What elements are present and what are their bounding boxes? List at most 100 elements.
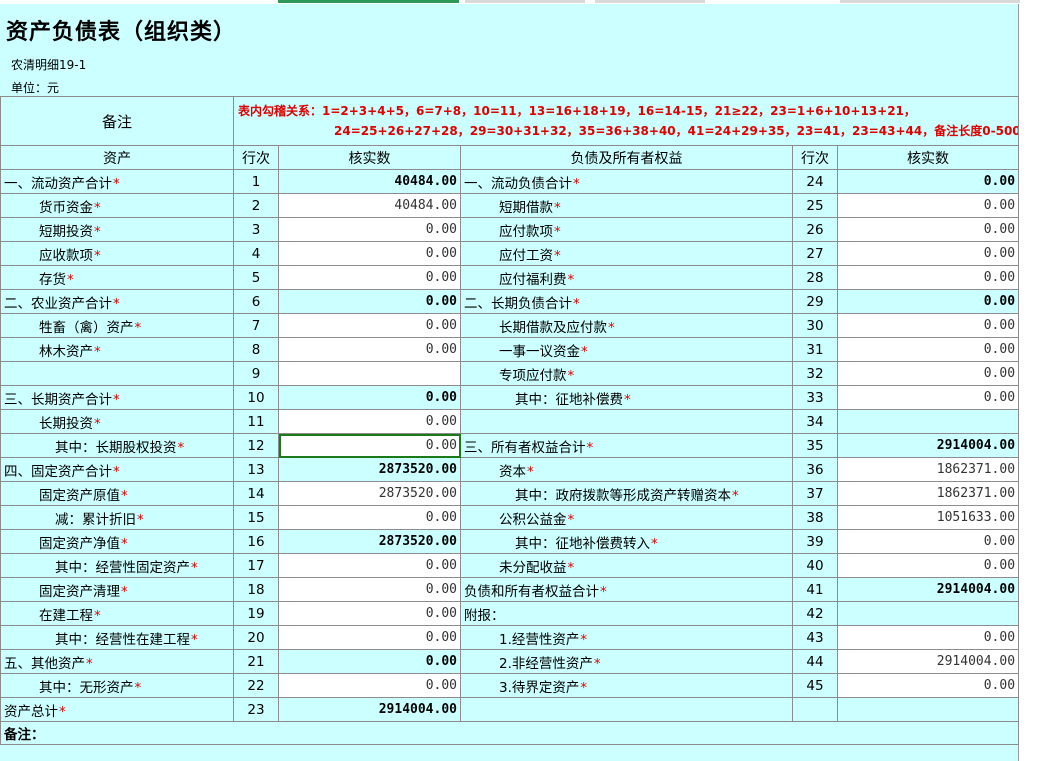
left-value-cell[interactable]: 0.00 xyxy=(278,409,461,434)
left-value-cell[interactable]: 0.00 xyxy=(278,337,461,362)
required-star: * xyxy=(567,271,575,288)
required-star: * xyxy=(573,175,580,192)
required-star: * xyxy=(567,367,575,384)
right-item-text: 1.经营性资产 xyxy=(499,631,580,648)
required-star: * xyxy=(581,343,588,360)
right-value-cell[interactable]: 1862371.00 xyxy=(836,457,1020,482)
right-item-label: 2.非经营性资产* xyxy=(460,649,793,674)
remark-label: 备注： xyxy=(0,721,1020,745)
required-star: * xyxy=(94,415,101,432)
right-value-cell[interactable]: 0.00 xyxy=(836,553,1020,578)
required-star: * xyxy=(527,463,534,480)
right-value-cell xyxy=(836,697,1020,722)
required-star: * xyxy=(94,223,101,240)
left-item-text: 其中：无形资产 xyxy=(39,679,134,696)
left-item-label: 固定资产清理* xyxy=(0,577,234,602)
right-item-label: 1.经营性资产* xyxy=(460,625,793,650)
right-line-number: 30 xyxy=(792,313,838,338)
left-line-number: 22 xyxy=(233,673,279,698)
report-sheet: 资产负债表（组织类） 农清明细19-1 单位：元 备注 表内勾稽关系：1=2+3… xyxy=(0,4,1020,761)
required-star: * xyxy=(554,199,561,216)
right-value-cell[interactable]: 0.00 xyxy=(836,193,1020,218)
right-value-cell xyxy=(836,601,1020,626)
right-item-label: 资本* xyxy=(460,457,793,482)
right-value-cell xyxy=(836,409,1020,434)
right-value-cell[interactable]: 0.00 xyxy=(836,361,1020,386)
right-item-text: 其中：征地补偿费转入 xyxy=(515,535,650,552)
required-star: * xyxy=(177,439,185,456)
required-star: * xyxy=(567,559,575,576)
right-value-cell[interactable]: 0.00 xyxy=(836,529,1020,554)
right-value-cell[interactable]: 0.00 xyxy=(836,241,1020,266)
left-value-cell[interactable]: 0.00 xyxy=(278,601,461,626)
right-value-cell[interactable]: 0.00 xyxy=(836,337,1020,362)
right-value-cell[interactable]: 0.00 xyxy=(836,385,1020,410)
right-item-text: 应付工资 xyxy=(499,247,553,264)
left-item-text: 牲畜（禽）资产 xyxy=(39,319,134,336)
required-star: * xyxy=(113,391,120,408)
left-item-text: 四、固定资产合计 xyxy=(4,463,112,480)
left-value-cell: 0.00 xyxy=(278,385,461,410)
right-line-number: 27 xyxy=(792,241,838,266)
right-item-label: 应付款项* xyxy=(460,217,793,242)
left-item-text: 林木资产 xyxy=(39,343,93,360)
right-value-cell[interactable]: 1862371.00 xyxy=(836,481,1020,506)
left-value-cell[interactable]: 2873520.00 xyxy=(278,481,461,506)
left-value-cell[interactable]: 0.00 xyxy=(278,505,461,530)
tab-indicator xyxy=(595,0,705,3)
right-item-text: 负债和所有者权益合计 xyxy=(464,583,599,600)
left-value-cell[interactable]: 0.00 xyxy=(278,433,461,458)
left-value-cell[interactable]: 0.00 xyxy=(278,625,461,650)
right-line-number: 45 xyxy=(792,673,838,698)
table-row: 其中：经营性在建工程* 20 0.00 1.经营性资产* 43 0.00 xyxy=(0,625,1020,650)
required-star: * xyxy=(593,655,601,672)
left-value-cell[interactable]: 0.00 xyxy=(278,673,461,698)
required-star: * xyxy=(580,631,588,648)
left-value-cell[interactable]: 0.00 xyxy=(278,577,461,602)
table-row: 在建工程* 19 0.00 附报： 42 xyxy=(0,601,1020,626)
left-line-number: 8 xyxy=(233,337,279,362)
right-value-cell[interactable]: 0.00 xyxy=(836,673,1020,698)
table-row: 其中：长期股权投资* 12 0.00 三、所有者权益合计* 35 2914004.00 xyxy=(0,433,1020,458)
left-value-cell[interactable]: 40484.00 xyxy=(278,193,461,218)
left-value-cell[interactable]: 0.00 xyxy=(278,241,461,266)
right-item-text: 公积公益金 xyxy=(499,511,567,528)
left-line-number: 12 xyxy=(233,433,279,458)
col-header-liabilities: 负债及所有者权益 xyxy=(460,145,793,170)
right-value-cell: 0.00 xyxy=(836,289,1020,314)
note-row: 备注 表内勾稽关系：1=2+3+4+5，6=7+8，10=11，13=16+18… xyxy=(0,96,1020,146)
right-value-cell: 2914004.00 xyxy=(836,433,1020,458)
right-value-cell[interactable]: 0.00 xyxy=(836,313,1020,338)
right-value-cell[interactable]: 0.00 xyxy=(836,625,1020,650)
table-row: 应收款项* 4 0.00 应付工资* 27 0.00 xyxy=(0,241,1020,266)
left-value-cell[interactable]: 0.00 xyxy=(278,313,461,338)
table-row: 牲畜（禽）资产* 7 0.00 长期借款及应付款* 30 0.00 xyxy=(0,313,1020,338)
left-line-number: 14 xyxy=(233,481,279,506)
required-star: * xyxy=(191,631,198,648)
required-star: * xyxy=(67,271,74,288)
right-value-cell[interactable]: 0.00 xyxy=(836,217,1020,242)
left-line-number: 7 xyxy=(233,313,279,338)
right-item-text: 其中：征地补偿费 xyxy=(515,391,623,408)
required-star: * xyxy=(624,391,631,408)
right-value-cell[interactable]: 1051633.00 xyxy=(836,505,1020,530)
right-value-cell: 2914004.00 xyxy=(836,577,1020,602)
left-line-number: 17 xyxy=(233,553,279,578)
table-row: 其中：经营性固定资产* 17 0.00 未分配收益* 40 0.00 xyxy=(0,553,1020,578)
right-line-number: 44 xyxy=(792,649,838,674)
form-code: 农清明细19-1 xyxy=(11,58,87,72)
left-value-cell[interactable]: 0.00 xyxy=(278,553,461,578)
left-value-cell[interactable]: 0.00 xyxy=(278,265,461,290)
left-value-cell[interactable] xyxy=(278,361,461,386)
left-value-cell[interactable]: 0.00 xyxy=(278,217,461,242)
right-line-number: 26 xyxy=(792,217,838,242)
right-line-number: 36 xyxy=(792,457,838,482)
right-value-cell[interactable]: 2914004.00 xyxy=(836,649,1020,674)
right-item-label: 公积公益金* xyxy=(460,505,793,530)
right-item-text: 一事一议资金 xyxy=(499,343,580,360)
right-item-text: 专项应付款 xyxy=(499,367,567,384)
right-item-label: 三、所有者权益合计* xyxy=(460,433,793,458)
right-item-text: 2.非经营性资产 xyxy=(499,655,593,672)
right-value-cell[interactable]: 0.00 xyxy=(836,265,1020,290)
left-item-text: 其中：长期股权投资 xyxy=(55,439,177,456)
